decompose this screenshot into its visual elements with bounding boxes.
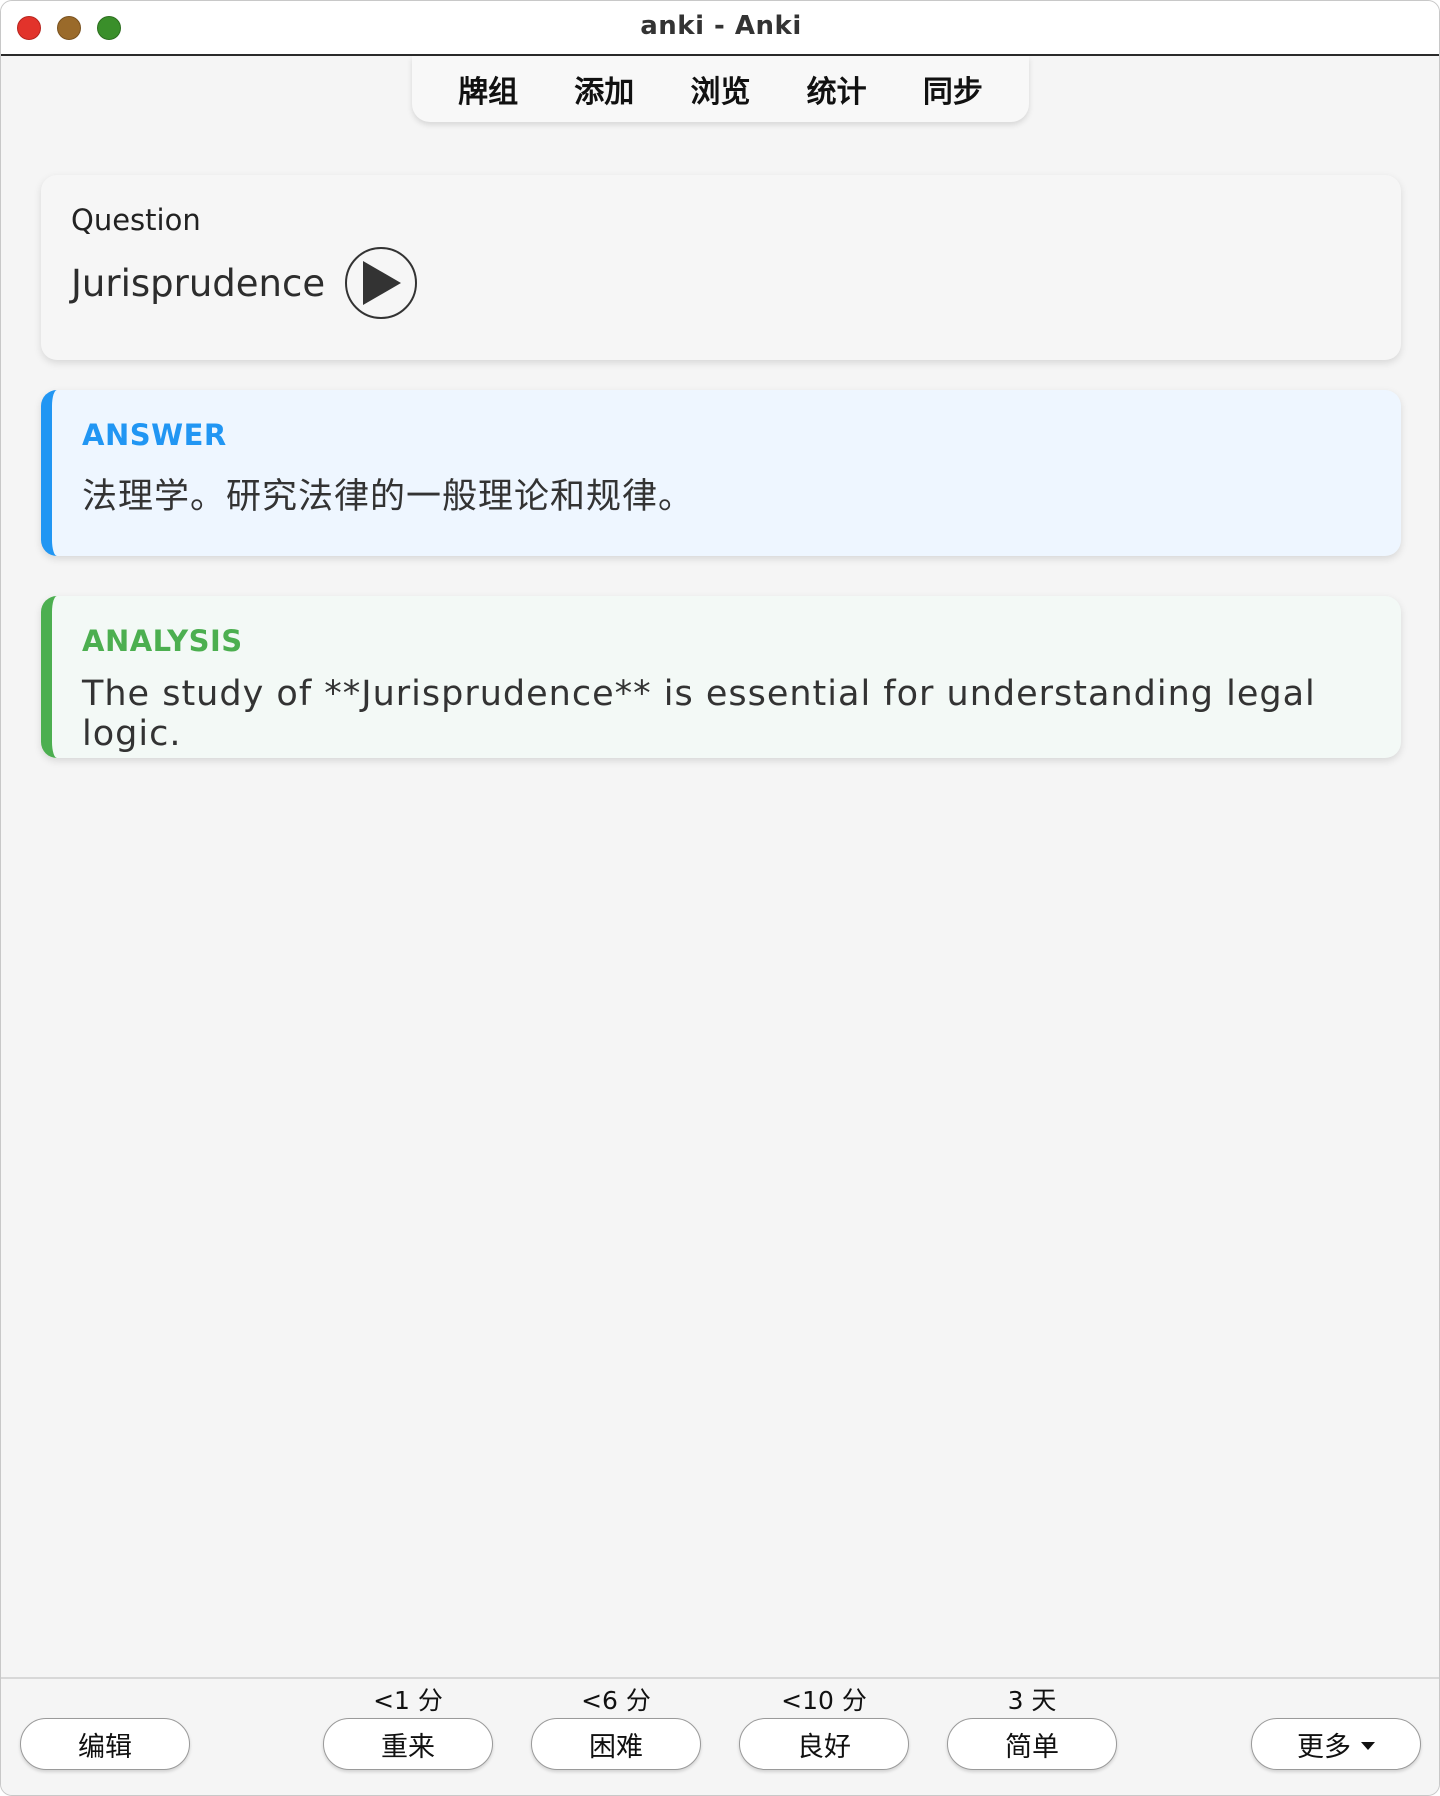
question-label: Question bbox=[71, 203, 201, 237]
toolbar-add[interactable]: 添加 bbox=[564, 61, 644, 117]
window-title: anki - Anki bbox=[640, 11, 802, 41]
easy-interval: 3 天 bbox=[1007, 1686, 1057, 1715]
hard-interval: <6 分 bbox=[581, 1686, 651, 1715]
play-icon bbox=[363, 261, 402, 305]
answer-label: ANSWER bbox=[82, 418, 227, 452]
again-interval: <1 分 bbox=[373, 1686, 443, 1715]
toolbar-sync[interactable]: 同步 bbox=[913, 61, 993, 117]
play-audio-button[interactable] bbox=[345, 247, 418, 319]
top-toolbar: 牌组 添加 浏览 统计 同步 bbox=[412, 56, 1029, 122]
easy-button[interactable]: 简单 bbox=[947, 1718, 1117, 1770]
question-word: Jurisprudence bbox=[71, 261, 326, 305]
anki-window: anki - Anki 牌组 添加 浏览 统计 同步 Question Juri… bbox=[0, 0, 1440, 1796]
good-button[interactable]: 良好 bbox=[739, 1718, 909, 1770]
answer-card: ANSWER 法理学。研究法律的一般理论和规律。 bbox=[41, 390, 1401, 556]
analysis-text: The study of **Jurisprudence** is essent… bbox=[82, 674, 1316, 754]
analysis-label: ANALYSIS bbox=[82, 624, 243, 658]
question-row: Jurisprudence bbox=[71, 247, 1371, 319]
again-button[interactable]: 重来 bbox=[323, 1718, 493, 1770]
toolbar-decks[interactable]: 牌组 bbox=[448, 61, 528, 117]
answer-text: 法理学。研究法律的一般理论和规律。 bbox=[82, 477, 695, 517]
edit-button[interactable]: 编辑 bbox=[20, 1718, 190, 1770]
good-interval: <10 分 bbox=[781, 1686, 867, 1715]
toolbar-stats[interactable]: 统计 bbox=[797, 61, 877, 117]
more-label: 更多 bbox=[1297, 1731, 1351, 1763]
more-button[interactable]: 更多 bbox=[1251, 1718, 1421, 1770]
analysis-card: ANALYSIS The study of **Jurisprudence** … bbox=[41, 596, 1401, 758]
toolbar-browse[interactable]: 浏览 bbox=[680, 61, 760, 117]
hard-button[interactable]: 困难 bbox=[531, 1718, 701, 1770]
bottom-bar bbox=[1, 1677, 1439, 1795]
question-card: Question Jurisprudence bbox=[41, 175, 1401, 360]
title-bar: anki - Anki bbox=[1, 1, 1439, 56]
caret-down-icon bbox=[1361, 1742, 1375, 1750]
